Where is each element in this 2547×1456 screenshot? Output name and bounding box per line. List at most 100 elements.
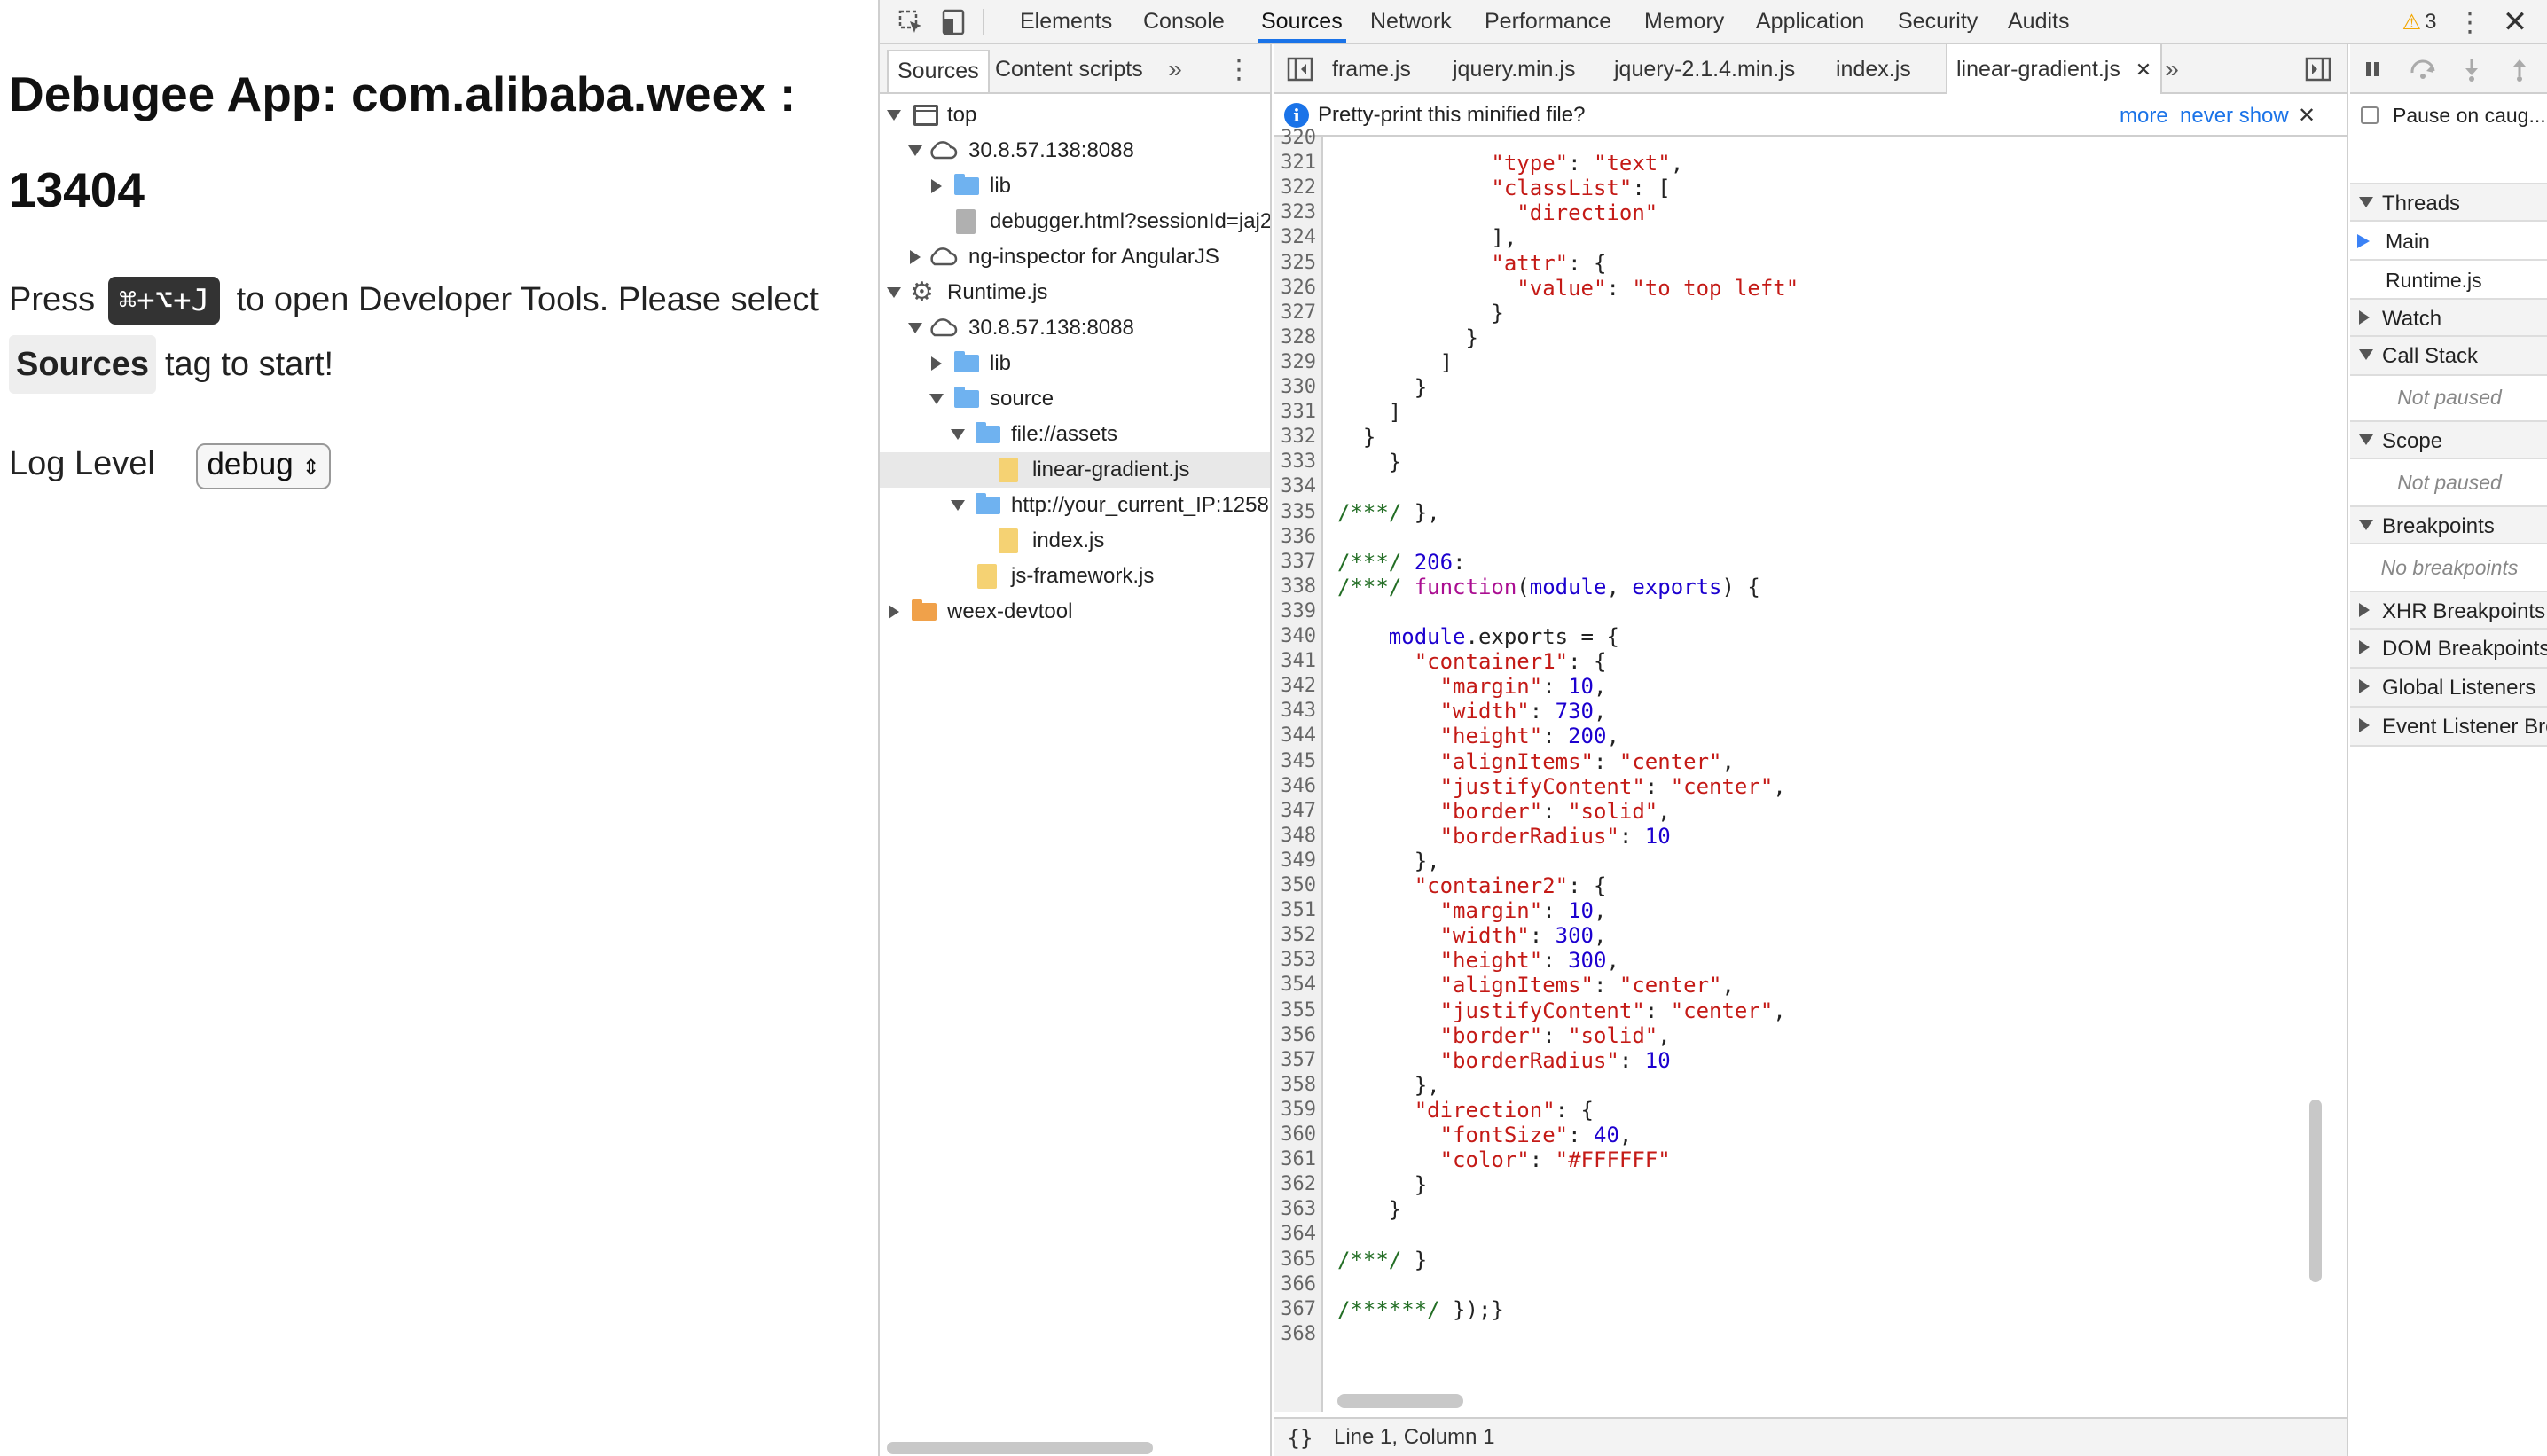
tree-item-debugger-html[interactable]: debugger.html?sessionId=jaj2 <box>880 204 1270 239</box>
editor-tab-jquery-2-1-4[interactable]: jquery-2.1.4.min.js <box>1614 44 1795 92</box>
line-number[interactable]: 326 <box>1281 276 1316 301</box>
tree-item-js-framework[interactable]: js-framework.js <box>880 559 1270 594</box>
tree-item-index-js[interactable]: index.js <box>880 523 1270 559</box>
line-number[interactable]: 350 <box>1281 873 1316 898</box>
navigator-menu-icon[interactable]: ⋮ <box>1226 53 1252 85</box>
tree-item-source[interactable]: source <box>880 381 1270 417</box>
infobar-more-link[interactable]: more <box>2120 94 2168 138</box>
tree-item-ng-inspector[interactable]: ng-inspector for AngularJS <box>880 239 1270 275</box>
log-level-select[interactable]: debug ⇕ <box>196 443 331 489</box>
line-number[interactable]: 336 <box>1281 525 1316 550</box>
tab-security[interactable]: Security <box>1898 0 1978 43</box>
line-number[interactable]: 339 <box>1281 599 1316 624</box>
tab-performance[interactable]: Performance <box>1485 0 1611 43</box>
navigator-horizontal-scrollbar[interactable] <box>887 1442 1153 1454</box>
more-editor-tabs-chevron-icon[interactable]: » <box>2160 53 2183 85</box>
pause-on-caught-row[interactable]: Pause on caug... <box>2350 96 2547 135</box>
line-number[interactable]: 361 <box>1281 1147 1316 1172</box>
kebab-menu-icon[interactable]: ⋮ <box>2457 5 2483 39</box>
line-number[interactable]: 342 <box>1281 674 1316 699</box>
tab-console[interactable]: Console <box>1143 0 1225 43</box>
section-global-listeners[interactable]: Global Listeners <box>2350 669 2547 708</box>
editor-vertical-scrollbar[interactable] <box>2309 1100 2322 1282</box>
warnings-counter[interactable]: ⚠ 3 <box>2393 7 2446 37</box>
tab-memory[interactable]: Memory <box>1644 0 1724 43</box>
line-number[interactable]: 365 <box>1281 1248 1316 1272</box>
line-number[interactable]: 327 <box>1281 301 1316 325</box>
line-number[interactable]: 362 <box>1281 1172 1316 1197</box>
line-number[interactable]: 338 <box>1281 575 1316 599</box>
step-over-icon[interactable] <box>2407 55 2439 83</box>
line-number[interactable]: 358 <box>1281 1073 1316 1098</box>
line-number[interactable]: 352 <box>1281 923 1316 948</box>
code-area[interactable]: "type": "text", "classList": [ "directio… <box>1327 137 2302 1412</box>
pause-on-caught-checkbox[interactable] <box>2361 106 2379 124</box>
line-number[interactable]: 320 <box>1281 126 1316 151</box>
tree-item-weex-devtool[interactable]: weex-devtool <box>880 594 1270 630</box>
toggle-navigator-icon[interactable] <box>1286 55 1314 83</box>
line-number[interactable]: 351 <box>1281 898 1316 923</box>
inspect-element-icon[interactable] <box>896 7 926 37</box>
tree-item-runtime[interactable]: ⚙ Runtime.js <box>880 275 1270 310</box>
section-event-listener-breakpoints[interactable]: Event Listener Brea <box>2350 708 2547 747</box>
pretty-print-button[interactable]: {} <box>1282 1422 1318 1454</box>
line-number[interactable]: 344 <box>1281 724 1316 748</box>
line-number[interactable]: 335 <box>1281 500 1316 525</box>
more-tabs-chevron-icon[interactable]: » <box>1164 53 1187 85</box>
device-toolbar-icon[interactable] <box>938 7 968 37</box>
thread-main[interactable]: Main <box>2350 222 2547 261</box>
tree-item-linear-gradient[interactable]: linear-gradient.js <box>880 452 1270 488</box>
line-number[interactable]: 368 <box>1281 1322 1316 1347</box>
close-devtools-icon[interactable]: ✕ <box>2499 5 2531 39</box>
line-number[interactable]: 325 <box>1281 251 1316 276</box>
line-number[interactable]: 321 <box>1281 151 1316 176</box>
step-into-icon[interactable] <box>2458 55 2485 83</box>
line-number[interactable]: 363 <box>1281 1197 1316 1222</box>
line-number[interactable]: 354 <box>1281 973 1316 998</box>
toggle-debugger-sidebar-icon[interactable] <box>2304 55 2332 83</box>
line-number[interactable]: 348 <box>1281 824 1316 849</box>
tab-sources[interactable]: Sources <box>1258 0 1346 43</box>
pause-icon[interactable] <box>2359 55 2386 83</box>
tab-application[interactable]: Application <box>1756 0 1864 43</box>
line-number[interactable]: 341 <box>1281 649 1316 674</box>
thread-runtime[interactable]: Runtime.js <box>2350 261 2547 300</box>
nav-tab-content-scripts[interactable]: Content scripts <box>986 50 1152 89</box>
close-tab-icon[interactable]: ✕ <box>2136 59 2151 81</box>
step-out-icon[interactable] <box>2506 55 2533 83</box>
tree-item-top[interactable]: top <box>880 98 1270 133</box>
infobar-never-show-link[interactable]: never show <box>2180 94 2289 138</box>
line-number[interactable]: 360 <box>1281 1123 1316 1147</box>
tab-audits[interactable]: Audits <box>2008 0 2069 43</box>
line-number[interactable]: 364 <box>1281 1222 1316 1247</box>
editor-tab-frame-js[interactable]: frame.js <box>1332 44 1411 92</box>
section-scope[interactable]: Scope <box>2350 420 2547 459</box>
section-xhr-breakpoints[interactable]: XHR Breakpoints <box>2350 591 2547 630</box>
line-number[interactable]: 331 <box>1281 400 1316 425</box>
line-number[interactable]: 328 <box>1281 325 1316 350</box>
editor-horizontal-scrollbar[interactable] <box>1337 1394 1463 1408</box>
section-breakpoints[interactable]: Breakpoints <box>2350 505 2547 544</box>
tree-item-runtime-lib[interactable]: lib <box>880 346 1270 381</box>
line-number[interactable]: 346 <box>1281 774 1316 799</box>
line-number[interactable]: 347 <box>1281 799 1316 824</box>
line-number[interactable]: 367 <box>1281 1297 1316 1322</box>
line-number[interactable]: 353 <box>1281 948 1316 973</box>
line-number[interactable]: 366 <box>1281 1272 1316 1297</box>
section-call-stack[interactable]: Call Stack <box>2350 337 2547 376</box>
editor-tab-jquery-min[interactable]: jquery.min.js <box>1453 44 1575 92</box>
line-number[interactable]: 355 <box>1281 998 1316 1023</box>
line-number[interactable]: 340 <box>1281 624 1316 649</box>
section-watch[interactable]: Watch <box>2350 298 2547 337</box>
section-dom-breakpoints[interactable]: DOM Breakpoints <box>2350 630 2547 669</box>
line-number[interactable]: 323 <box>1281 200 1316 225</box>
line-number[interactable]: 329 <box>1281 350 1316 375</box>
line-number[interactable]: 324 <box>1281 225 1316 250</box>
tab-network[interactable]: Network <box>1370 0 1452 43</box>
line-number[interactable]: 349 <box>1281 849 1316 873</box>
line-number[interactable]: 359 <box>1281 1098 1316 1123</box>
tab-elements[interactable]: Elements <box>1020 0 1112 43</box>
infobar-close-icon[interactable]: ✕ <box>2293 99 2320 131</box>
line-number[interactable]: 345 <box>1281 749 1316 774</box>
nav-tab-sources[interactable]: Sources <box>887 50 990 92</box>
